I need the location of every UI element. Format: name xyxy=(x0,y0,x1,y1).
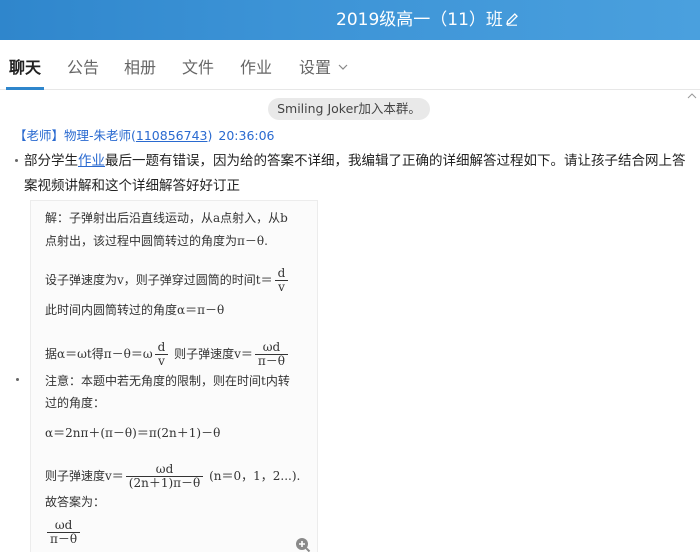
message-header: 【老师】物理-朱老师(110856743) 20:36:06 xyxy=(14,128,275,144)
sender-name: 物理-朱老师( xyxy=(64,128,136,143)
tab-settings[interactable]: 设置 xyxy=(299,57,331,79)
solution-line-6: 注意：本题中若无角度的限制，则在时间t内转 xyxy=(45,374,290,388)
solution-line-5: 据α＝ωt得π－θ＝ω d v 则子弹速度v＝ ωd π－θ xyxy=(45,341,290,368)
message-text: 部分学生作业最后一题有错误，因为给的答案不详细，我编辑了正确的详细解答过程如下。… xyxy=(24,149,692,199)
fraction-d-over-v-2: dv xyxy=(155,341,169,368)
frac-den: (2n＋1)π－θ xyxy=(125,476,204,490)
tab-bar: 聊天 公告 相册 文件 作业 设置 xyxy=(0,40,700,90)
fraction-d-over-v: dv xyxy=(275,267,289,294)
tab-album[interactable]: 相册 xyxy=(124,57,156,79)
frac-den: v xyxy=(155,354,168,368)
solution-line-2: 点射出，该过程中圆筒转过的角度为π－θ. xyxy=(45,234,268,248)
solution-image[interactable]: 解：子弹射出后沿直线运动，从a点射入，从b 点射出，该过程中圆筒转过的角度为π－… xyxy=(30,200,318,552)
tab-chat[interactable]: 聊天 xyxy=(9,57,41,79)
message-time: 20:36:06 xyxy=(218,128,275,143)
fraction-omega-d: ωd π－θ xyxy=(254,340,289,368)
fraction-answer: ωd π－θ xyxy=(47,518,81,546)
sender-name-close: ) xyxy=(207,128,213,143)
sender-qq-link[interactable]: 110856743 xyxy=(136,128,208,143)
system-notice: Smiling Joker加入本群。 xyxy=(268,98,430,120)
active-tab-indicator xyxy=(6,87,44,90)
frac-num: ωd xyxy=(155,462,174,476)
solution-line-11: ωd π－θ xyxy=(45,519,82,546)
frac-den: π－θ xyxy=(47,532,81,546)
l5b-text: 则子弹速度v＝ xyxy=(174,347,253,361)
group-header: 2019级高一（11）班 xyxy=(0,0,700,40)
solution-line-7: 过的角度： xyxy=(45,396,106,410)
tab-homework[interactable]: 作业 xyxy=(240,57,272,79)
sender-role: 【老师】 xyxy=(14,128,65,143)
l3-text: 设子弹速度为v，则子弹穿过圆筒的时间t＝ xyxy=(45,273,273,287)
frac-num: ωd xyxy=(54,518,73,532)
l9a-text: 则子弹速度v＝ xyxy=(45,469,124,483)
collapse-icon[interactable] xyxy=(686,92,698,100)
frac-den: v xyxy=(275,280,288,294)
fraction-general: ωd (2n＋1)π－θ xyxy=(125,462,204,490)
text-before: 部分学生 xyxy=(24,153,78,169)
message-bullet xyxy=(15,159,18,162)
zoom-in-icon[interactable] xyxy=(295,537,311,552)
chevron-down-icon[interactable] xyxy=(338,63,348,71)
text-after: 最后一题有错误，因为给的答案不详细，我编辑了正确的详细解答过程如下。请让孩子结合… xyxy=(24,153,686,194)
solution-line-3: 设子弹速度为v，则子弹穿过圆筒的时间t＝ d v xyxy=(45,267,290,294)
solution-line-1: 解：子弹射出后沿直线运动，从a点射入，从b xyxy=(45,211,288,225)
l5a-text: 据α＝ωt得π－θ＝ω xyxy=(45,347,153,361)
solution-line-9: 则子弹速度v＝ ωd (2n＋1)π－θ (n＝0，1，2...). xyxy=(45,463,300,490)
frac-num: d xyxy=(277,266,286,280)
tab-files[interactable]: 文件 xyxy=(182,57,214,79)
solution-line-8: α＝2nπ＋(π－θ)＝π(2n＋1)－θ xyxy=(45,426,221,440)
tab-notice[interactable]: 公告 xyxy=(67,57,99,79)
image-bullet xyxy=(16,378,19,381)
homework-link[interactable]: 作业 xyxy=(78,153,105,169)
solution-line-10: 故答案为： xyxy=(45,495,106,509)
frac-den: π－θ xyxy=(254,354,289,368)
l9b-text: (n＝0，1，2...). xyxy=(209,469,301,483)
frac-num: d xyxy=(157,340,166,354)
frac-num: ωd xyxy=(262,340,281,354)
edit-icon[interactable] xyxy=(504,11,520,27)
group-title: 2019级高一（11）班 xyxy=(336,10,503,30)
solution-line-4: 此时间内圆筒转过的角度α＝π－θ xyxy=(45,303,225,317)
